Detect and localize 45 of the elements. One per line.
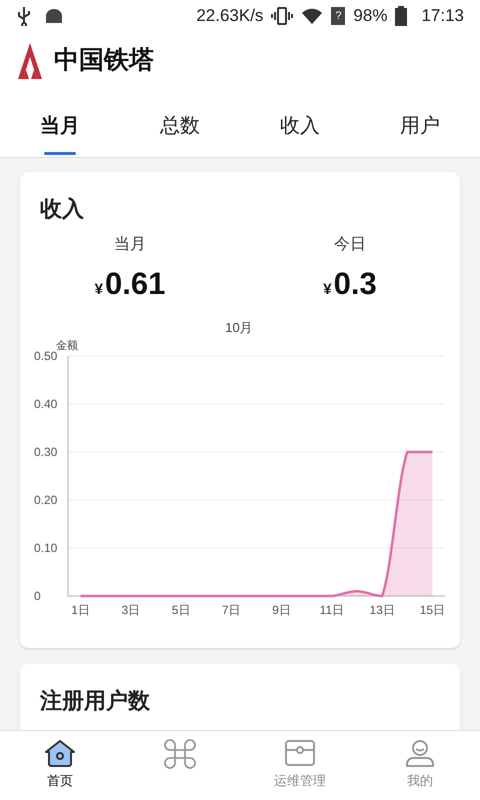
clock: 17:13 xyxy=(421,5,464,28)
app-title: 中国铁塔 xyxy=(54,45,154,76)
briefcase-icon xyxy=(284,739,316,767)
tick-label: 5日 xyxy=(172,602,190,616)
stat-value: 0.3 xyxy=(334,265,377,303)
tab[interactable]: 收入 xyxy=(240,94,360,157)
wifi-icon xyxy=(301,7,324,25)
tick-label: 9日 xyxy=(272,602,291,616)
home-icon xyxy=(44,739,76,767)
vibrate-icon xyxy=(271,7,294,25)
usb-icon xyxy=(16,6,32,26)
tick-label: 0.20 xyxy=(34,492,58,506)
tab[interactable]: 当月 xyxy=(0,94,120,157)
tab[interactable]: 总数 xyxy=(120,94,240,157)
stat-label: 当月 xyxy=(114,235,146,255)
battery-level: 98% xyxy=(353,5,388,28)
tick-label: 1日 xyxy=(71,602,90,616)
tick-label: 0.40 xyxy=(34,396,58,410)
user-icon xyxy=(404,739,436,767)
nav-tab[interactable]: 我的 xyxy=(360,731,480,800)
logo-icon xyxy=(18,43,42,79)
tick-label: 0.50 xyxy=(34,348,58,362)
axis-label: 金额 xyxy=(56,340,78,352)
clover-icon xyxy=(164,739,196,769)
card-title: 收入 xyxy=(39,195,85,223)
network-speed: 22.63K/s xyxy=(196,5,264,28)
tick-label: 11日 xyxy=(320,602,344,616)
tick-label: 3日 xyxy=(122,602,140,616)
currency-sign: ¥ xyxy=(323,280,332,300)
stat-value: 0.61 xyxy=(105,265,166,303)
tick-label: 0.30 xyxy=(34,444,58,458)
stat-label: 今日 xyxy=(334,235,366,255)
tick-label: 0.10 xyxy=(34,540,58,554)
chart-title: 10月 xyxy=(225,320,253,334)
nav-tab[interactable]: 运维管理 xyxy=(240,731,360,800)
card-title: 注册用户数 xyxy=(40,688,150,713)
tab[interactable]: 用户 xyxy=(360,94,480,157)
tick-label: 0 xyxy=(34,588,41,602)
battery-icon xyxy=(395,6,408,26)
currency-sign: ¥ xyxy=(94,280,103,300)
tick-label: 7日 xyxy=(222,602,241,616)
tick-label: 15日 xyxy=(420,602,446,616)
sim-card-icon: ? xyxy=(331,7,346,25)
tick-label: 13日 xyxy=(369,602,395,616)
nav-tab[interactable]: 首页 xyxy=(0,731,120,800)
